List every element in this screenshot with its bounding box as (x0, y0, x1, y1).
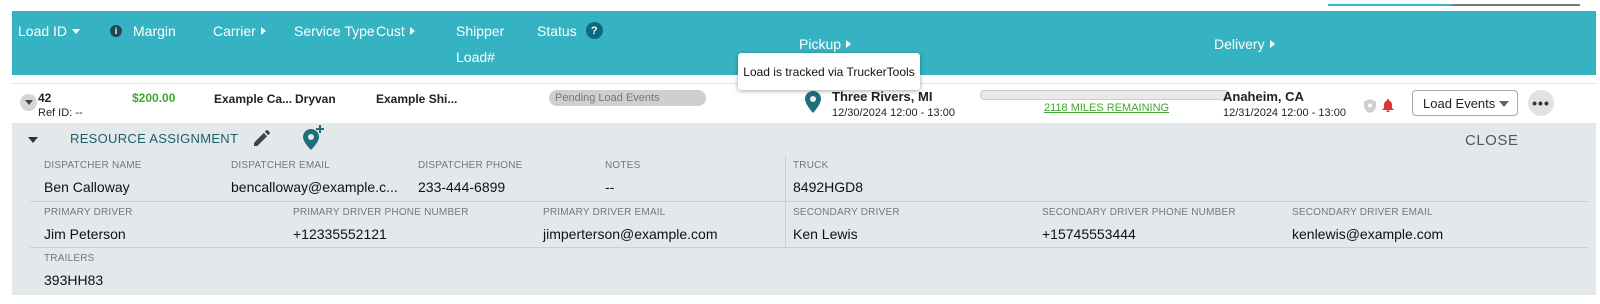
help-icon[interactable]: ? (585, 22, 603, 39)
column-shipper[interactable]: Shipper (456, 23, 504, 39)
resource-assignment-title[interactable]: RESOURCE ASSIGNMENT (70, 131, 238, 146)
divider (30, 247, 1588, 248)
notes-label: NOTES (605, 160, 641, 171)
column-delivery-label: Delivery (1214, 36, 1265, 52)
notes-value: -- (605, 179, 615, 195)
column-load-id-label: Load ID (18, 23, 68, 39)
dispatcher-phone-value: 233-444-6899 (418, 179, 506, 195)
column-load-number-label: Load# (456, 49, 495, 65)
location-pin-icon (805, 91, 821, 113)
chevron-right-icon (1269, 40, 1275, 48)
miles-remaining-link[interactable]: 2118 MILES REMAINING (1044, 102, 1169, 114)
chevron-down-icon (24, 100, 33, 105)
dispatcher-phone-label: DISPATCHER PHONE (418, 160, 523, 171)
chevron-right-icon (260, 27, 266, 35)
active-tab-indicator (1328, 4, 1452, 6)
column-carrier[interactable]: Carrier (213, 23, 266, 39)
service-type-value: Dryvan (295, 92, 336, 106)
customer-value[interactable]: Example Shi... (376, 92, 457, 106)
resource-assignment-panel: RESOURCE ASSIGNMENT CLOSE DISPATCHER NAM… (12, 123, 1596, 295)
column-cust[interactable]: Cust (376, 23, 415, 39)
tracking-tooltip-text: Load is tracked via TruckerTools (743, 64, 915, 79)
add-location-icon[interactable] (301, 125, 325, 150)
column-service-type-label: Service Type (294, 23, 375, 39)
shield-icon[interactable] (1364, 99, 1376, 113)
chevron-down-icon[interactable] (28, 137, 38, 143)
primary-driver-value: Jim Peterson (44, 226, 126, 242)
dispatcher-email-label: DISPATCHER EMAIL (231, 160, 330, 171)
pickup-window: 12/30/2024 12:00 - 13:00 (832, 107, 955, 119)
pickup-city: Three Rivers, MI (832, 89, 933, 104)
column-status[interactable]: Status ? (537, 22, 603, 39)
carrier-value[interactable]: Example Ca... (214, 92, 292, 106)
inactive-tab-indicator (1452, 4, 1580, 6)
column-cust-label: Cust (376, 23, 405, 39)
column-load-number[interactable]: Load# (456, 49, 495, 65)
secondary-driver-email-value: kenlewis@example.com (1292, 226, 1444, 242)
column-delivery[interactable]: Delivery (1214, 36, 1275, 52)
truck-value: 8492HGD8 (793, 179, 864, 195)
secondary-driver-phone-value: +15745553444 (1042, 226, 1136, 242)
chevron-right-icon (409, 27, 415, 35)
more-options-button[interactable]: ••• (1528, 90, 1554, 116)
load-id-value[interactable]: 42 (38, 91, 51, 105)
chevron-down-icon (1499, 101, 1509, 107)
truck-label: TRUCK (793, 160, 829, 171)
secondary-driver-email-label: SECONDARY DRIVER EMAIL (1292, 207, 1433, 218)
load-events-label: Load Events (1423, 95, 1496, 111)
trailers-value: 393HH83 (44, 272, 104, 288)
tracking-tooltip: Load is tracked via TruckerTools (738, 53, 920, 90)
secondary-driver-label: SECONDARY DRIVER (793, 207, 900, 218)
divider (785, 155, 786, 247)
trip-progress-bar (980, 90, 1230, 100)
dispatcher-name-label: DISPATCHER NAME (44, 160, 142, 171)
column-service-type[interactable]: Service Type (294, 23, 375, 39)
column-pickup[interactable]: Pickup (799, 36, 852, 52)
column-margin-label: Margin (133, 23, 176, 39)
close-button[interactable]: CLOSE (1465, 132, 1518, 149)
primary-driver-phone-value: +12335552121 (293, 226, 387, 242)
column-pickup-label: Pickup (799, 36, 842, 52)
info-icon: i (110, 25, 122, 37)
column-margin[interactable]: i Margin (110, 23, 176, 39)
ref-id-value: Ref ID: -- (38, 107, 83, 119)
edit-pencil-icon[interactable] (254, 130, 270, 146)
column-status-label: Status (537, 22, 577, 39)
primary-driver-email-label: PRIMARY DRIVER EMAIL (543, 207, 666, 218)
primary-driver-phone-label: PRIMARY DRIVER PHONE NUMBER (293, 207, 469, 218)
column-carrier-label: Carrier (213, 23, 256, 39)
margin-value: $200.00 (132, 91, 176, 105)
column-shipper-label: Shipper (456, 23, 505, 39)
collapse-row-button[interactable] (20, 94, 37, 111)
chevron-down-icon (72, 28, 81, 34)
chevron-right-icon (846, 40, 852, 48)
bell-icon[interactable] (1382, 99, 1394, 112)
dispatcher-email-value: bencalloway@example.c... (231, 179, 398, 195)
status-badge: Pending Load Events (549, 90, 706, 106)
delivery-city: Anaheim, CA (1223, 89, 1304, 104)
load-events-dropdown[interactable]: Load Events (1412, 90, 1518, 116)
trailers-label: TRAILERS (44, 253, 95, 264)
divider (30, 201, 1588, 202)
primary-driver-label: PRIMARY DRIVER (44, 207, 133, 218)
secondary-driver-value: Ken Lewis (793, 226, 858, 242)
column-load-id[interactable]: Load ID (18, 23, 81, 39)
dispatcher-name-value: Ben Calloway (44, 179, 130, 195)
delivery-window: 12/31/2024 12:00 - 13:00 (1223, 107, 1346, 119)
secondary-driver-phone-label: SECONDARY DRIVER PHONE NUMBER (1042, 207, 1236, 218)
primary-driver-email-value: jimperterson@example.com (543, 226, 718, 242)
